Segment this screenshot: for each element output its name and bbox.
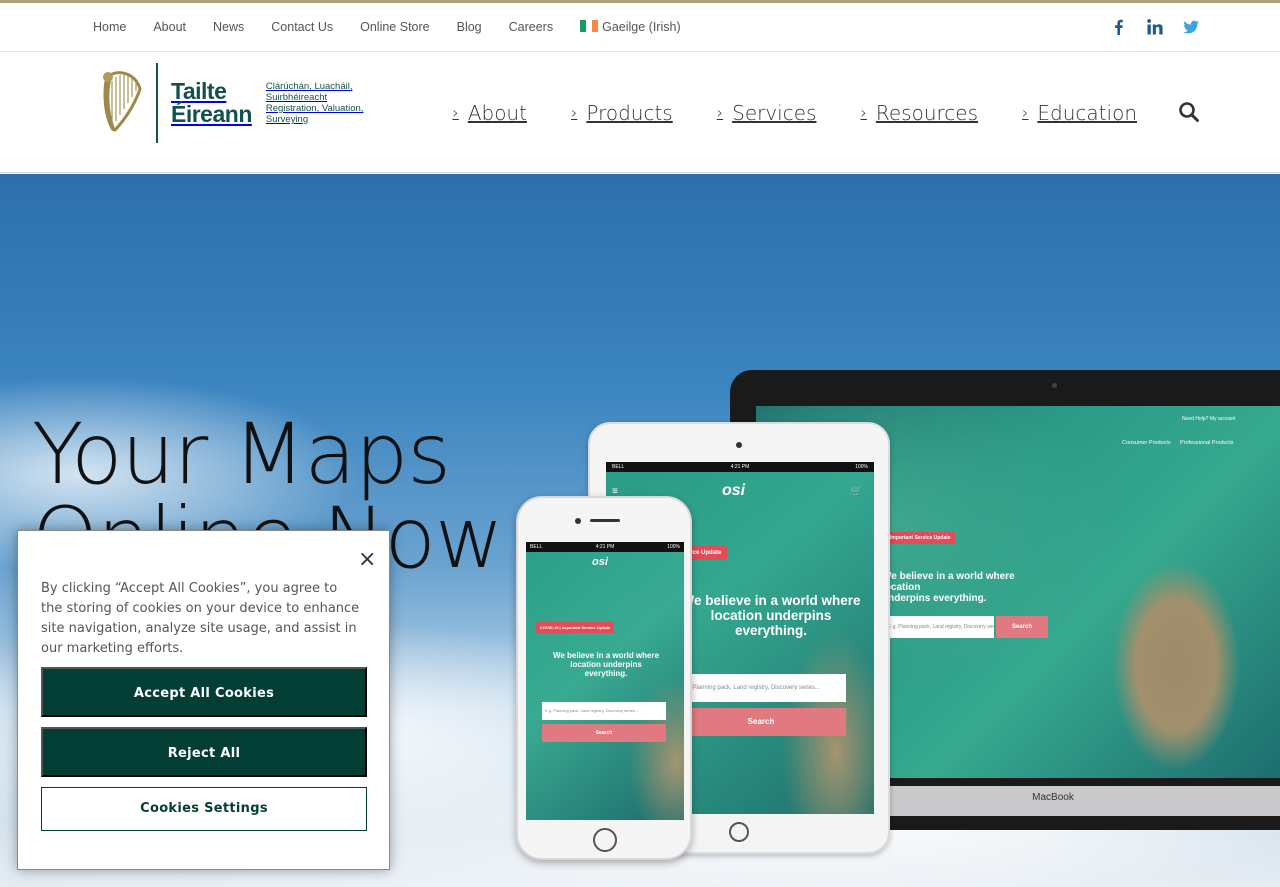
laptop-headline-line2: underpins everything. — [882, 593, 987, 604]
facebook-icon — [1115, 19, 1123, 35]
utility-link-online-store[interactable]: Online Store — [360, 20, 429, 34]
linkedin-link[interactable] — [1146, 18, 1164, 36]
tablet-search-button: Search — [676, 708, 846, 736]
phone-home-button — [593, 828, 617, 852]
laptop-help-link: Need Help? — [1182, 416, 1209, 422]
cookie-consent-text: By clicking “Accept All Cookies”, you ag… — [41, 581, 360, 656]
twitter-icon — [1183, 20, 1199, 34]
tablet-status-time: 4:21 PM — [730, 464, 750, 470]
laptop-professional-link: Professional Products — [1180, 440, 1234, 446]
logo-tagline-line4: Surveying — [265, 114, 309, 125]
social-links — [1110, 3, 1200, 51]
tablet-status-carrier: BELL — [612, 464, 625, 470]
tablet-status-bar: BELL 4:21 PM 100% — [606, 462, 874, 472]
tablet-headline: We believe in a world where location und… — [676, 593, 866, 639]
phone-status-bar: BELL 4:21 PM 100% — [526, 542, 684, 552]
close-icon[interactable]: × — [358, 549, 376, 571]
tablet-headline-line3: everything. — [734, 622, 808, 638]
accept-all-cookies-button[interactable]: Accept All Cookies — [41, 667, 367, 717]
logo-name-line1: Tailte — [171, 78, 227, 104]
phone-camera — [575, 518, 581, 524]
laptop-search-button: Search — [996, 616, 1048, 638]
utility-link-about[interactable]: About — [153, 20, 186, 34]
main-nav-services[interactable]: › Services — [717, 101, 817, 125]
utility-bar: Home About News Contact Us Online Store … — [0, 3, 1280, 52]
chevron-right-icon: › — [860, 103, 867, 122]
utility-link-news[interactable]: News — [213, 20, 244, 34]
linkedin-icon — [1147, 19, 1163, 35]
laptop-headline: We believe in a world where location und… — [882, 571, 1032, 604]
phone-search-field: E.g. Planning pack, Land registry, Disco… — [542, 702, 666, 720]
search-button[interactable] — [1178, 101, 1200, 123]
hero-title-line1: Your Maps — [32, 405, 451, 503]
chevron-right-icon: › — [570, 103, 578, 122]
laptop-consumer-link: Consumer Products — [1122, 440, 1171, 446]
laptop-brand-label: MacBook — [1032, 792, 1074, 803]
cookies-settings-button[interactable]: Cookies Settings — [41, 787, 367, 831]
main-nav-education[interactable]: › Education — [1022, 101, 1137, 125]
chevron-right-icon: › — [452, 103, 459, 122]
utility-link-careers[interactable]: Careers — [509, 20, 553, 34]
laptop-account-link: My account — [1210, 416, 1236, 422]
tablet-home-button — [729, 822, 749, 842]
tablet-cart-icon: 🛒 — [850, 486, 863, 497]
phone-headline: We believe in a world where location und… — [536, 651, 676, 678]
harp-emblem-icon — [103, 71, 142, 133]
main-nav: › About › Products › Services › Resources › E… — [408, 52, 1137, 173]
main-nav-label: Services — [732, 100, 817, 125]
phone-screen: BELL 4:21 PM 100% osi COVID-19 | Importa… — [526, 542, 684, 820]
laptop-service-badge: Important Service Update — [886, 532, 955, 544]
phone-mockup: BELL 4:21 PM 100% osi COVID-19 | Importa… — [516, 496, 692, 860]
site-logo[interactable]: Tailte Éireann Clárúchán, Luacháil, Suir… — [98, 62, 373, 144]
utility-nav: Home About News Contact Us Online Store … — [93, 3, 708, 51]
reject-all-button[interactable]: Reject All — [41, 727, 367, 777]
chevron-right-icon: › — [1022, 103, 1029, 122]
main-nav-about[interactable]: › About — [452, 101, 527, 125]
main-nav-label: Education — [1037, 100, 1137, 125]
utility-link-home[interactable]: Home — [93, 20, 126, 34]
main-nav-products[interactable]: › Products — [571, 101, 673, 125]
laptop-camera — [1052, 383, 1057, 388]
language-switch-link[interactable]: Gaeilge (Irish) — [580, 20, 681, 34]
utility-link-contact[interactable]: Contact Us — [271, 20, 333, 34]
twitter-link[interactable] — [1182, 18, 1200, 36]
tablet-headline-line2: location underpins — [710, 607, 832, 623]
logo-tagline-line1: Clárúchán, Luacháil, — [265, 81, 353, 92]
phone-headline-line3: everything. — [584, 668, 628, 678]
logo-wordmark: Tailte Éireann — [171, 80, 252, 126]
main-nav-label: About — [467, 100, 527, 125]
phone-service-badge: COVID-19 | Important Service Update — [536, 622, 615, 633]
phone-status-battery: 100% — [667, 544, 680, 550]
language-label: Gaeilge (Irish) — [602, 20, 681, 34]
chevron-right-icon: › — [716, 103, 724, 122]
main-nav-resources[interactable]: › Resources — [860, 101, 978, 125]
phone-osi-logo: osi — [592, 556, 608, 568]
laptop-search-field: E.g. Planning pack, Land registry, Disco… — [884, 616, 994, 638]
irish-flag-icon — [580, 20, 599, 32]
tablet-headline-line1: We believe in a world where — [681, 593, 861, 608]
main-nav-label: Resources — [875, 100, 979, 125]
main-nav-label: Products — [586, 100, 673, 125]
search-icon — [1179, 102, 1199, 122]
utility-link-blog[interactable]: Blog — [457, 20, 482, 34]
tablet-search-field: E.g. Planning pack, Land registry, Disco… — [676, 674, 846, 702]
facebook-link[interactable] — [1110, 18, 1128, 36]
laptop-headline-line1: We believe in a world where location — [882, 571, 1015, 593]
logo-tagline-line2: Suirbhéireacht — [265, 92, 328, 103]
tablet-status-battery: 100% — [855, 464, 868, 470]
logo-tagline-line3: Registration, Valuation, — [265, 103, 364, 114]
logo-tagline: Clárúchán, Luacháil, Suirbhéireacht Regi… — [266, 81, 364, 125]
phone-search-button: Search — [542, 724, 666, 742]
tablet-camera — [736, 442, 742, 448]
phone-speaker — [590, 519, 620, 522]
logo-divider — [156, 63, 158, 143]
phone-status-carrier: BELL — [530, 544, 543, 550]
site-header: Tailte Éireann Clárúchán, Luacháil, Suir… — [0, 52, 1280, 173]
logo-name-line2: Éireann — [171, 101, 252, 127]
phone-status-time: 4:21 PM — [595, 544, 615, 550]
tablet-osi-logo: osi — [722, 482, 746, 499]
cookie-consent-banner: × By clicking “Accept All Cookies”, you … — [17, 530, 390, 870]
